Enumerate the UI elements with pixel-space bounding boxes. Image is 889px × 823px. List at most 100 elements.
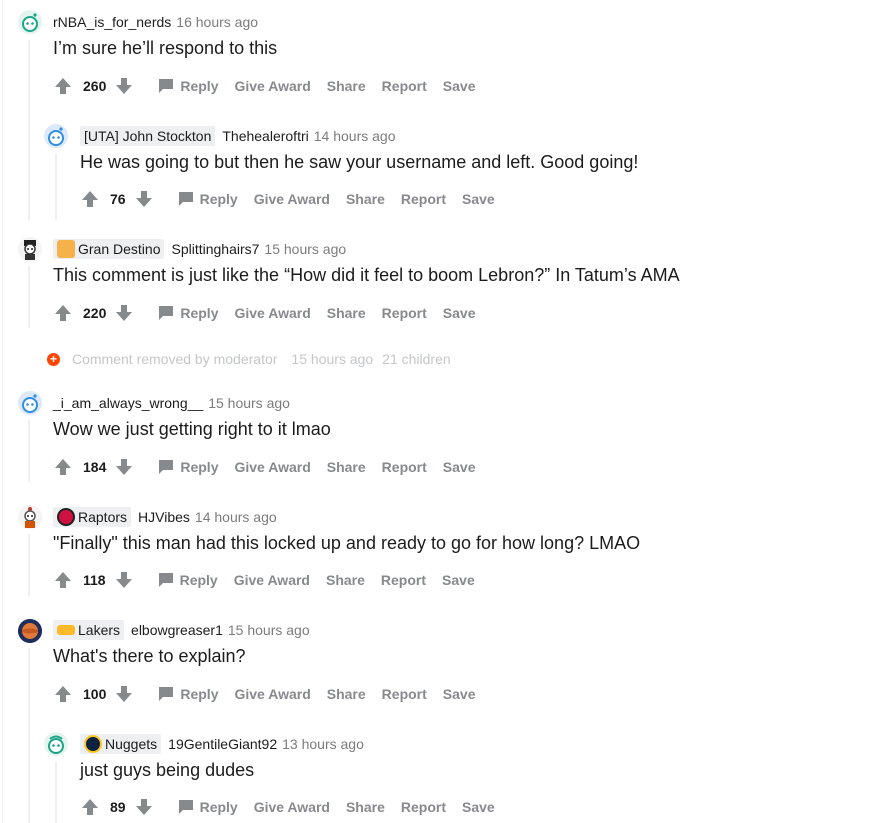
reply-button[interactable]: Reply xyxy=(158,459,218,475)
share-button[interactable]: Share xyxy=(327,459,366,475)
downvote-arrow-icon[interactable] xyxy=(114,570,134,590)
upvote-arrow-icon[interactable] xyxy=(53,570,73,590)
upvote-arrow-icon[interactable] xyxy=(53,457,73,477)
snoo-avatar-icon xyxy=(44,124,68,148)
author-link[interactable]: 19GentileGiant92 xyxy=(168,736,277,752)
report-button[interactable]: Report xyxy=(401,799,446,815)
share-button[interactable]: Share xyxy=(327,305,366,321)
user-flair: [UTA] John Stockton xyxy=(80,126,216,146)
author-link[interactable]: _i_am_always_wrong__ xyxy=(53,395,203,411)
avatar[interactable] xyxy=(18,237,42,261)
author-link[interactable]: Splittinghairs7 xyxy=(171,241,259,257)
reply-button[interactable]: Reply xyxy=(158,572,218,588)
removed-comment[interactable]: + Comment removed by moderator 15 hours … xyxy=(47,351,451,367)
downvote-arrow-icon[interactable] xyxy=(114,76,134,96)
save-button[interactable]: Save xyxy=(443,459,476,475)
thread-line-c5[interactable] xyxy=(28,534,30,596)
upvote-arrow-icon[interactable] xyxy=(53,76,73,96)
save-button[interactable]: Save xyxy=(462,191,495,207)
timestamp[interactable]: 16 hours ago xyxy=(176,14,258,30)
reply-button[interactable]: Reply xyxy=(158,686,218,702)
share-button[interactable]: Share xyxy=(346,799,385,815)
thread-line-c3[interactable] xyxy=(28,266,30,328)
thread-line-c6[interactable] xyxy=(28,648,30,823)
user-flair: Gran Destino xyxy=(53,239,165,259)
thread-line-c1[interactable] xyxy=(28,40,30,220)
give-award-button[interactable]: Give Award xyxy=(234,686,310,702)
share-button[interactable]: Share xyxy=(327,686,366,702)
reply-button[interactable]: Reply xyxy=(178,799,238,815)
speech-bubble-icon xyxy=(159,306,174,320)
give-award-button[interactable]: Give Award xyxy=(254,191,330,207)
save-button[interactable]: Save xyxy=(443,686,476,702)
reply-button[interactable]: Reply xyxy=(158,305,218,321)
avatar[interactable] xyxy=(18,505,42,529)
report-button[interactable]: Report xyxy=(382,459,427,475)
downvote-arrow-icon[interactable] xyxy=(114,457,134,477)
give-award-button[interactable]: Give Award xyxy=(234,78,310,94)
save-button[interactable]: Save xyxy=(462,799,495,815)
avatar[interactable] xyxy=(18,619,42,643)
give-award-button[interactable]: Give Award xyxy=(234,572,310,588)
report-button[interactable]: Report xyxy=(382,686,427,702)
upvote-arrow-icon[interactable] xyxy=(53,303,73,323)
comment-body: just guys being dudes xyxy=(80,760,255,780)
downvote-arrow-icon[interactable] xyxy=(134,189,154,209)
score: 89 xyxy=(110,799,126,815)
give-award-button[interactable]: Give Award xyxy=(254,799,330,815)
thread-line-c2[interactable] xyxy=(55,154,57,220)
downvote-arrow-icon[interactable] xyxy=(134,797,154,817)
speech-bubble-icon xyxy=(178,800,193,814)
author-link[interactable]: elbowgreaser1 xyxy=(131,622,223,638)
user-flair: Nuggets xyxy=(80,734,162,754)
report-button[interactable]: Report xyxy=(382,305,427,321)
author-link[interactable]: rNBA_is_for_nerds xyxy=(53,14,171,30)
comment-meta: Nuggets 19GentileGiant92 13 hours ago xyxy=(80,733,364,755)
speech-bubble-icon xyxy=(159,79,174,93)
timestamp[interactable]: 14 hours ago xyxy=(314,128,396,144)
timestamp[interactable]: 15 hours ago xyxy=(208,395,290,411)
author-link[interactable]: Thehealeroftri xyxy=(222,128,308,144)
report-button[interactable]: Report xyxy=(382,78,427,94)
save-button[interactable]: Save xyxy=(443,78,476,94)
give-award-button[interactable]: Give Award xyxy=(234,459,310,475)
snoo-avatar-icon xyxy=(18,10,42,34)
share-button[interactable]: Share xyxy=(326,572,365,588)
reply-label: Reply xyxy=(179,572,218,588)
share-button[interactable]: Share xyxy=(346,191,385,207)
snoo-avatar-icon xyxy=(18,505,42,529)
downvote-arrow-icon[interactable] xyxy=(114,684,134,704)
author-link[interactable]: HJVibes xyxy=(138,509,190,525)
upvote-arrow-icon[interactable] xyxy=(80,797,100,817)
upvote-arrow-icon[interactable] xyxy=(53,684,73,704)
avatar[interactable] xyxy=(44,124,68,148)
avatar[interactable] xyxy=(18,391,42,415)
avatar[interactable] xyxy=(18,10,42,34)
comment-body: This comment is just like the “How did i… xyxy=(53,265,680,285)
downvote-arrow-icon[interactable] xyxy=(114,303,134,323)
report-button[interactable]: Report xyxy=(381,572,426,588)
give-award-button[interactable]: Give Award xyxy=(234,305,310,321)
thread-line-c7[interactable] xyxy=(55,762,57,823)
reply-button[interactable]: Reply xyxy=(178,191,238,207)
removed-text: Comment removed by moderator xyxy=(72,351,278,367)
snoo-avatar-icon xyxy=(18,237,42,261)
timestamp[interactable]: 14 hours ago xyxy=(195,509,277,525)
timestamp[interactable]: 15 hours ago xyxy=(264,241,346,257)
reply-label: Reply xyxy=(199,799,238,815)
thread-line-root[interactable] xyxy=(2,0,3,823)
reply-label: Reply xyxy=(180,78,219,94)
upvote-arrow-icon[interactable] xyxy=(80,189,100,209)
save-button[interactable]: Save xyxy=(442,572,475,588)
speech-bubble-icon xyxy=(159,687,174,701)
avatar[interactable] xyxy=(44,732,68,756)
save-button[interactable]: Save xyxy=(443,305,476,321)
report-button[interactable]: Report xyxy=(401,191,446,207)
thread-line-c4[interactable] xyxy=(28,420,30,482)
timestamp[interactable]: 13 hours ago xyxy=(282,736,364,752)
reply-button[interactable]: Reply xyxy=(158,78,218,94)
timestamp[interactable]: 15 hours ago xyxy=(228,622,310,638)
share-button[interactable]: Share xyxy=(327,78,366,94)
timestamp: 15 hours ago xyxy=(291,351,374,367)
expand-plus-icon[interactable]: + xyxy=(47,352,60,366)
